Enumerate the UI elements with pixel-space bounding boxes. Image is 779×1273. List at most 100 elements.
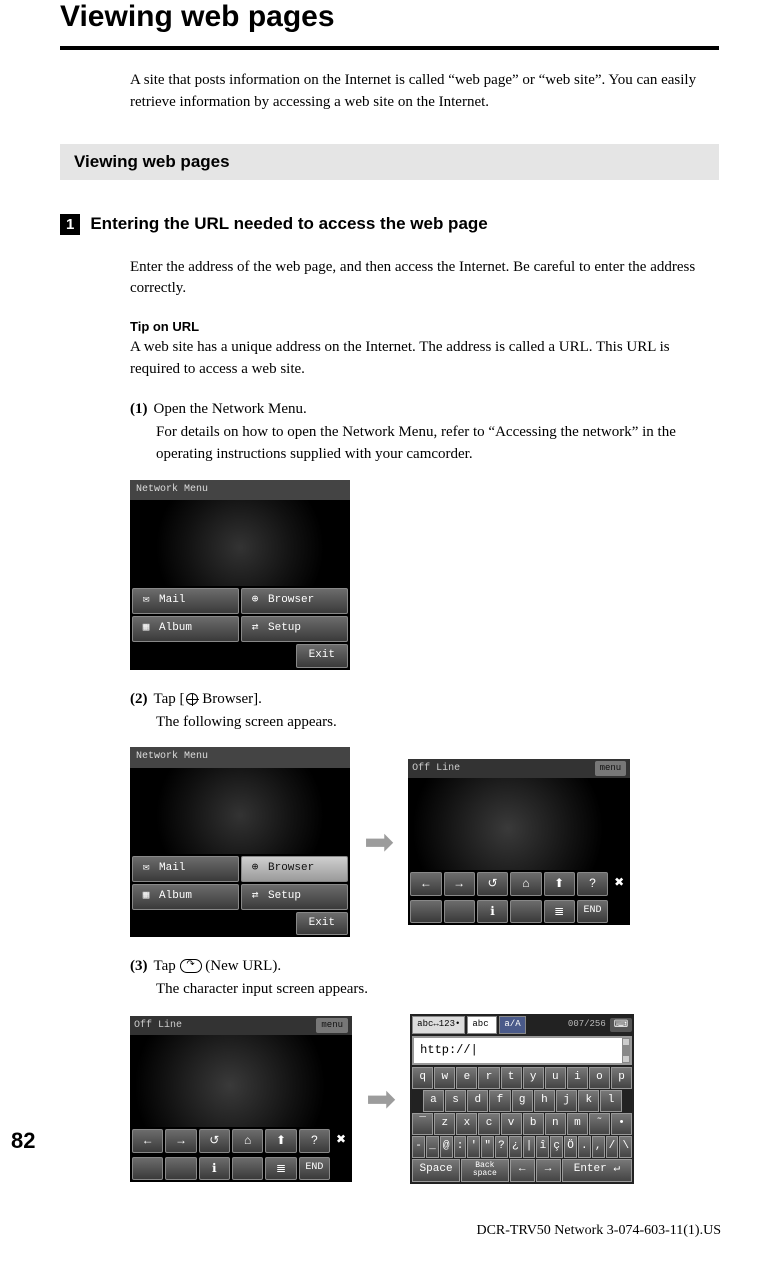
arrow-right-icon: ➡	[364, 824, 394, 860]
nm-album-button[interactable]: ▦Album	[132, 616, 239, 642]
kb-key[interactable]: t	[501, 1067, 522, 1089]
kb-key[interactable]: ˜	[589, 1113, 610, 1135]
kb-key[interactable]: d	[467, 1090, 488, 1112]
step-2-lead-suffix: Browser].	[202, 691, 262, 707]
kb-backspace-key[interactable]: Back space	[461, 1159, 509, 1183]
end-button-2[interactable]: END	[299, 1157, 330, 1180]
reload-icon-2[interactable]: ↺	[199, 1129, 230, 1152]
nm-browser-button-selected[interactable]: ⊕Browser	[241, 856, 348, 882]
kb-key[interactable]: Ö	[564, 1136, 577, 1158]
kb-key[interactable]: k	[578, 1090, 599, 1112]
list-icon-2[interactable]: ≣	[265, 1157, 296, 1180]
kb-key[interactable]: c	[478, 1113, 499, 1135]
screenshot-browser-offline: Off Line menu ← → ↺ ⌂ ⬆ ? ✖ ℹ	[408, 759, 630, 925]
nm-mail-button-2[interactable]: ✉Mail	[132, 856, 239, 882]
kb-key[interactable]: l	[600, 1090, 621, 1112]
kb-key[interactable]: ,	[592, 1136, 605, 1158]
nm-setup-label-2: Setup	[268, 889, 301, 905]
kb-key[interactable]: m	[567, 1113, 588, 1135]
kb-key[interactable]: x	[456, 1113, 477, 1135]
kb-key[interactable]: .	[578, 1136, 591, 1158]
kb-url-input[interactable]: http://|	[412, 1036, 632, 1065]
tb2b-1[interactable]	[165, 1157, 196, 1180]
kb-key[interactable]: î	[536, 1136, 549, 1158]
keyboard-icon[interactable]: ⌨	[610, 1018, 632, 1033]
kb-key[interactable]: _	[426, 1136, 439, 1158]
nm-setup-button[interactable]: ⇄Setup	[241, 616, 348, 642]
kb-key[interactable]: '	[467, 1136, 480, 1158]
kb-case-toggle[interactable]: a/A	[499, 1016, 525, 1033]
nm-exit-button-2[interactable]: Exit	[296, 912, 348, 936]
scrollbar[interactable]	[622, 1038, 630, 1063]
end-button[interactable]: END	[577, 900, 608, 923]
close-icon-2[interactable]: ✖	[332, 1129, 350, 1152]
kb-key[interactable]: h	[534, 1090, 555, 1112]
kb-key[interactable]: |	[523, 1136, 536, 1158]
kb-enter-label: Enter	[574, 1163, 607, 1175]
kb-key[interactable]: u	[545, 1067, 566, 1089]
info-icon-2[interactable]: ℹ	[199, 1157, 230, 1180]
reload-icon[interactable]: ↺	[477, 872, 508, 895]
home-icon-2[interactable]: ⌂	[232, 1129, 263, 1152]
kb-mode-toggle[interactable]: abc↔123•	[412, 1016, 465, 1033]
close-icon[interactable]: ✖	[610, 872, 628, 895]
browser-menu-button[interactable]: menu	[595, 761, 627, 776]
nm-album-button-2[interactable]: ▦Album	[132, 884, 239, 910]
kb-key[interactable]: r	[478, 1067, 499, 1089]
kb-key[interactable]: :	[454, 1136, 467, 1158]
nm-exit-button[interactable]: Exit	[296, 644, 348, 668]
forward-icon-2[interactable]: →	[165, 1129, 196, 1152]
tb2b-0[interactable]	[132, 1157, 163, 1180]
browser-menu-button-2[interactable]: menu	[316, 1018, 348, 1033]
kb-key[interactable]: @	[440, 1136, 453, 1158]
kb-key[interactable]: f	[489, 1090, 510, 1112]
nm-mail-button[interactable]: ✉Mail	[132, 588, 239, 614]
kb-key[interactable]: ¯	[412, 1113, 433, 1135]
kb-key[interactable]: y	[523, 1067, 544, 1089]
kb-right-key[interactable]: →	[536, 1159, 561, 1183]
back-icon[interactable]: ←	[410, 872, 441, 895]
forward-icon[interactable]: →	[444, 872, 475, 895]
kb-key[interactable]: a	[423, 1090, 444, 1112]
kb-key[interactable]: \	[619, 1136, 632, 1158]
intro-paragraph: A site that posts information on the Int…	[0, 70, 779, 114]
kb-key[interactable]: g	[512, 1090, 533, 1112]
kb-key[interactable]: /	[606, 1136, 619, 1158]
kb-key[interactable]: q	[412, 1067, 433, 1089]
tb2b-3[interactable]	[232, 1157, 263, 1180]
kb-key[interactable]: ¿	[509, 1136, 522, 1158]
kb-key[interactable]: p	[611, 1067, 632, 1089]
kb-space-key[interactable]: Space	[412, 1159, 460, 1183]
kb-key[interactable]: ?	[495, 1136, 508, 1158]
nm-setup-button-2[interactable]: ⇄Setup	[241, 884, 348, 910]
kb-key[interactable]: b	[523, 1113, 544, 1135]
kb-key[interactable]: -	[412, 1136, 425, 1158]
kb-key[interactable]: o	[589, 1067, 610, 1089]
kb-key[interactable]: z	[434, 1113, 455, 1135]
kb-key[interactable]: j	[556, 1090, 577, 1112]
home-icon[interactable]: ⌂	[510, 872, 541, 895]
kb-left-key[interactable]: ←	[510, 1159, 535, 1183]
kb-key[interactable]: w	[434, 1067, 455, 1089]
tb2-1[interactable]	[444, 900, 475, 923]
kb-enter-key[interactable]: Enter ↵	[562, 1159, 633, 1183]
kb-key[interactable]: n	[545, 1113, 566, 1135]
tb2-3[interactable]	[510, 900, 541, 923]
help-icon-2[interactable]: ?	[299, 1129, 330, 1152]
kb-key[interactable]: •	[611, 1113, 632, 1135]
newurl-icon[interactable]: ⬆	[544, 872, 575, 895]
list-icon[interactable]: ≣	[544, 900, 575, 923]
nm-browser-label-2: Browser	[268, 861, 314, 877]
newurl-icon-2[interactable]: ⬆	[265, 1129, 296, 1152]
kb-key[interactable]: e	[456, 1067, 477, 1089]
kb-key[interactable]: v	[501, 1113, 522, 1135]
kb-key[interactable]: ç	[550, 1136, 563, 1158]
help-icon[interactable]: ?	[577, 872, 608, 895]
info-icon[interactable]: ℹ	[477, 900, 508, 923]
tb2-0[interactable]	[410, 900, 441, 923]
kb-key[interactable]: "	[481, 1136, 494, 1158]
nm-browser-button[interactable]: ⊕Browser	[241, 588, 348, 614]
kb-key[interactable]: i	[567, 1067, 588, 1089]
kb-key[interactable]: s	[445, 1090, 466, 1112]
back-icon-2[interactable]: ←	[132, 1129, 163, 1152]
